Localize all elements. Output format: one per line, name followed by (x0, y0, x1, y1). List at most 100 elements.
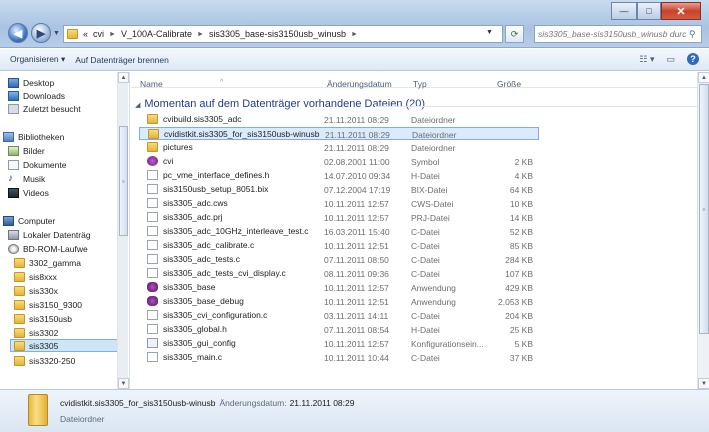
file-type: C-Datei (411, 311, 440, 321)
file-type: PRJ-Datei (411, 213, 450, 223)
file-icon (147, 170, 158, 180)
file-size: 284 KB (505, 255, 533, 265)
nav-item-folder[interactable]: sis3302 (14, 326, 58, 339)
navigation-pane: Desktop Downloads Zuletzt besucht Biblio… (0, 72, 130, 389)
file-row[interactable]: sis3305_base_debug 10.11.2011 12:51 Anwend… (139, 295, 539, 308)
file-row[interactable]: sis3305_adc_calibrate.c 10.11.2011 12:51 C… (139, 239, 539, 252)
details-item-name: cvidistkit.sis3305_for_sis3150usb-winusb (60, 398, 216, 408)
address-bar[interactable]: « cvi ► V_100A-Calibrate ► sis3305_base-… (63, 25, 503, 43)
nav-item-folder[interactable]: sis8xxx (14, 270, 57, 283)
file-row[interactable]: cvi 02.08.2001 11:00 Symbol 2 KB (139, 155, 539, 168)
nav-item-label: Dokumente (23, 159, 67, 170)
column-name[interactable]: Name (140, 79, 163, 89)
breadcrumb-item[interactable]: V_100A-Calibrate (121, 29, 192, 39)
nav-item-folder[interactable]: sis3150_9300 (14, 298, 82, 311)
nav-pane-scrollbar[interactable]: ▲ ≡ ▼ (117, 72, 129, 389)
file-row[interactable]: sis3305_adc.prj 10.11.2011 12:57 PRJ-Datei… (139, 211, 539, 224)
nav-item-label: sis3302 (29, 327, 59, 338)
scroll-down-icon[interactable]: ▼ (698, 378, 709, 389)
file-row[interactable]: pc_vme_interface_defines.h 14.07.2010 09:… (139, 169, 539, 182)
file-row[interactable]: sis3305_base 10.11.2011 12:57 Anwendung 429… (139, 281, 539, 294)
file-row[interactable]: sis3305_adc_tests_cvi_display.c 08.11.201… (139, 267, 539, 280)
nav-item-label: Videos (23, 187, 49, 198)
nav-item-videos[interactable]: Videos (8, 186, 49, 199)
breadcrumb-overflow[interactable]: « (83, 29, 88, 39)
file-size: 85 KB (509, 241, 533, 251)
breadcrumb-item[interactable]: sis3305_base-sis3150usb_winusb (209, 29, 346, 39)
file-date: 07.11.2011 08:54 (324, 325, 389, 335)
maximize-button[interactable]: □ (637, 2, 661, 20)
recent-pages-dropdown[interactable]: ▼ (53, 30, 60, 37)
file-date: 07.11.2011 08:50 (324, 255, 389, 265)
group-title: Momentan auf dem Datenträger vorhandene … (144, 98, 426, 110)
file-row[interactable]: sis3305_cvi_configuration.c 03.11.2011 14… (139, 309, 539, 322)
details-date-label: Änderungsdatum: (219, 398, 287, 408)
preview-pane-button[interactable]: ▭ (666, 54, 675, 65)
nav-item-libraries[interactable]: Bibliotheken (3, 130, 64, 143)
file-row[interactable]: pictures 21.11.2011 08:29 Dateiordner (139, 141, 539, 154)
column-size[interactable]: Größe (497, 79, 521, 89)
file-row[interactable]: sis3305_gui_config 10.11.2011 12:57 Konfig… (139, 337, 539, 350)
nav-item-local-disk[interactable]: Lokaler Datenträg (8, 228, 91, 241)
nav-item-desktop[interactable]: Desktop (8, 76, 54, 89)
file-row[interactable]: cvibuild.sis3305_adc 21.11.2011 08:29 Date… (139, 113, 539, 126)
nav-item-documents[interactable]: Dokumente (8, 158, 66, 171)
scroll-down-icon[interactable]: ▼ (118, 378, 129, 389)
folder-icon (147, 142, 158, 152)
file-row[interactable]: sis3305_adc_tests.c 07.11.2011 08:50 C-Dat… (139, 253, 539, 266)
refresh-button[interactable]: ⟳ (505, 25, 524, 43)
column-date[interactable]: Änderungsdatum (327, 79, 392, 89)
nav-item-bd-rom[interactable]: BD-ROM-Laufwe (8, 242, 88, 255)
file-row-selected[interactable]: cvidistkit.sis3305_for_sis3150usb-winusb… (139, 127, 539, 140)
file-type: BIX-Datei (411, 185, 448, 195)
help-button[interactable]: ? (687, 53, 699, 65)
nav-item-recent-places[interactable]: Zuletzt besucht (8, 102, 81, 115)
address-dropdown-icon[interactable]: ▼ (486, 29, 493, 36)
file-date: 21.11.2011 08:29 (324, 115, 389, 125)
change-view-button[interactable]: ☷ ▾ (639, 54, 654, 65)
file-list-scrollbar[interactable]: ▲ ≡ ▼ (697, 72, 709, 389)
scrollbar-thumb[interactable]: ≡ (699, 84, 709, 334)
file-row[interactable]: sis3305_adc.cws 10.11.2011 12:57 CWS-Datei… (139, 197, 539, 210)
nav-item-folder[interactable]: 3302_gamma (14, 256, 81, 269)
title-bar: — □ ✕ ◀ ▶ ▼ « cvi ► V_100A-Calibrate ► s… (0, 0, 709, 48)
nav-item-folder-selected[interactable]: sis3305 (10, 339, 127, 352)
collapse-group-icon[interactable]: ◢ (135, 102, 140, 109)
nav-item-music[interactable]: ♪ Musik (8, 172, 45, 185)
file-type: Anwendung (411, 283, 456, 293)
nav-item-label: sis3150_9300 (29, 299, 82, 310)
nav-item-folder[interactable]: sis3320-250 (14, 354, 75, 367)
breadcrumb-separator-icon[interactable]: ► (197, 31, 204, 38)
search-input[interactable] (538, 29, 686, 39)
minimize-button[interactable]: — (611, 2, 637, 20)
nav-item-folder[interactable]: sis3150usb (14, 312, 72, 325)
scrollbar-thumb[interactable]: ≡ (119, 126, 128, 236)
nav-item-folder[interactable]: sis330x (14, 284, 58, 297)
scroll-up-icon[interactable]: ▲ (118, 72, 129, 83)
burn-to-disc-button[interactable]: Auf Datenträger brennen (75, 55, 169, 65)
file-row[interactable]: sis3305_main.c 10.11.2011 10:44 C-Datei 37 … (139, 351, 539, 364)
nav-item-computer[interactable]: Computer (3, 214, 55, 227)
file-row[interactable]: sis3150usb_setup_8051.bix 07.12.2004 17:1… (139, 183, 539, 196)
nav-item-pictures[interactable]: Bilder (8, 144, 45, 157)
nav-item-label: Bilder (23, 145, 45, 156)
column-type[interactable]: Typ (413, 79, 427, 89)
nav-item-downloads[interactable]: Downloads (8, 89, 65, 102)
desktop-icon (8, 77, 19, 88)
breadcrumb-separator-icon[interactable]: ► (351, 31, 358, 38)
file-row[interactable]: sis3305_adc_10GHz_interleave_test.c 16.03… (139, 225, 539, 238)
breadcrumb-separator-icon[interactable]: ► (109, 31, 116, 38)
file-icon (147, 184, 158, 194)
forward-button[interactable]: ▶ (31, 23, 51, 43)
nav-item-label: sis3150usb (29, 313, 73, 324)
nav-item-label: Computer (18, 215, 56, 226)
back-button[interactable]: ◀ (8, 23, 28, 43)
folder-icon (14, 285, 25, 296)
group-header[interactable]: ◢ Momentan auf dem Datenträger vorhandene… (135, 98, 425, 110)
breadcrumb-item[interactable]: cvi (93, 29, 104, 39)
close-button[interactable]: ✕ (661, 2, 701, 20)
search-icon[interactable]: ⚲ (689, 29, 696, 40)
organize-button[interactable]: Organisieren ▾ (10, 54, 65, 65)
scroll-up-icon[interactable]: ▲ (698, 72, 709, 83)
file-row[interactable]: sis3305_global.h 07.11.2011 08:54 H-Datei 2… (139, 323, 539, 336)
